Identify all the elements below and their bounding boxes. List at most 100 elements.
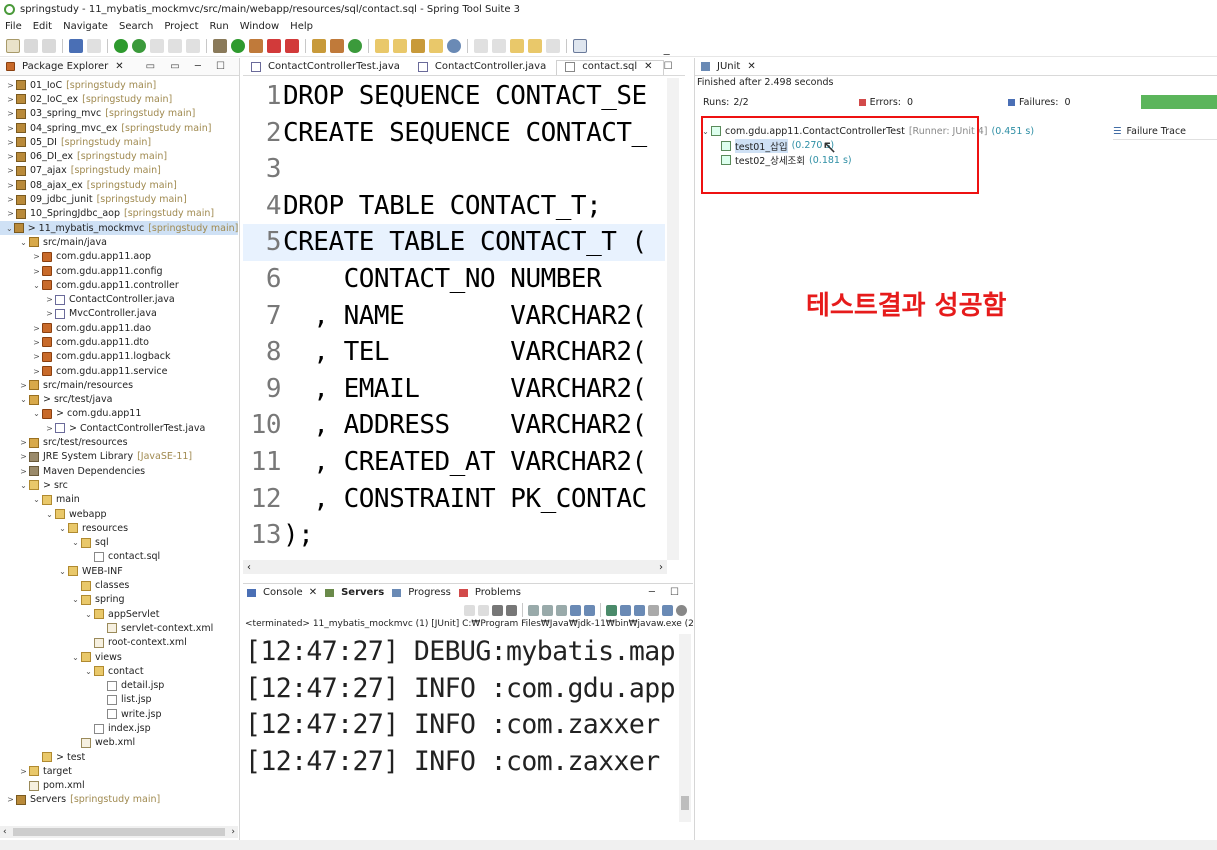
start-server-icon[interactable] xyxy=(114,38,128,53)
collapse-icon[interactable]: ⌄ xyxy=(84,667,93,676)
word-wrap-icon[interactable] xyxy=(542,604,553,616)
scroll-thumb[interactable] xyxy=(12,828,226,836)
menu-navigate[interactable]: Navigate xyxy=(63,21,108,32)
code-line[interactable]: 8 , TEL VARCHAR2( xyxy=(243,334,665,371)
expand-icon[interactable]: > xyxy=(6,124,15,133)
tree-item[interactable]: > JRE System Library [JavaSE-11] xyxy=(0,450,238,464)
tree-item[interactable]: >09_jdbc_junit [springstudy main] xyxy=(0,192,238,206)
tab-problems[interactable]: Problems xyxy=(458,587,521,598)
tree-item[interactable]: ⌄ views xyxy=(0,650,238,664)
tree-item[interactable]: index.jsp xyxy=(0,721,238,735)
expand-icon[interactable]: > xyxy=(6,109,15,118)
code-line[interactable]: 2 CREATE SEQUENCE CONTACT_ xyxy=(243,115,665,152)
tree-item[interactable]: > src/main/resources xyxy=(0,378,238,392)
save-icon[interactable] xyxy=(24,38,38,53)
expand-icon[interactable]: > xyxy=(19,438,28,447)
scroll-right-icon[interactable]: › xyxy=(659,562,663,573)
tree-item[interactable]: ⌄ src/main/java xyxy=(0,235,238,249)
new-class-icon[interactable] xyxy=(348,38,362,53)
tree-item[interactable]: >10_SpringJdbc_aop [springstudy main] xyxy=(0,207,238,221)
tree-item[interactable]: contact.sql xyxy=(0,550,238,564)
tree-item[interactable]: > target xyxy=(0,764,238,778)
tree-item[interactable]: ⌄ > com.gdu.app11 xyxy=(0,407,238,421)
expand-icon[interactable]: > xyxy=(6,138,15,147)
scroll-right-icon[interactable]: › xyxy=(231,827,235,837)
tab-contactcontroller[interactable]: ContactController.java xyxy=(410,61,556,75)
tree-item[interactable]: ⌄ > src xyxy=(0,478,238,492)
collapse-icon[interactable]: ⌄ xyxy=(58,567,67,576)
tree-item[interactable]: > com.gdu.app11.dto xyxy=(0,335,238,349)
tree-item[interactable]: >05_DI [springstudy main] xyxy=(0,135,238,149)
expand-icon[interactable]: > xyxy=(6,195,15,204)
tree-item[interactable]: ⌄ resources xyxy=(0,521,238,535)
expand-icon[interactable]: > xyxy=(6,209,15,218)
expand-icon[interactable]: > xyxy=(6,95,15,104)
toggle-mark-icon[interactable] xyxy=(168,38,182,53)
code-line[interactable]: 3 xyxy=(243,151,665,188)
expand-icon[interactable]: > xyxy=(6,166,15,175)
tree-item[interactable]: > com.gdu.app11.logback xyxy=(0,350,238,364)
menu-help[interactable]: Help xyxy=(290,21,313,32)
tree-item[interactable]: >03_spring_mvc [springstudy main] xyxy=(0,107,238,121)
tree-item[interactable]: servlet-context.xml xyxy=(0,621,238,635)
forward-icon[interactable] xyxy=(546,38,560,53)
expand-icon[interactable]: > xyxy=(45,309,54,318)
new-java-project-icon[interactable] xyxy=(312,38,326,53)
collapse-icon[interactable]: ⌄ xyxy=(84,610,93,619)
next-annotation-icon[interactable] xyxy=(474,38,488,53)
code-line[interactable]: 12 , CONSTRAINT PK_CONTAC xyxy=(243,481,665,518)
expand-icon[interactable]: > xyxy=(32,352,41,361)
console-vertical-scrollbar[interactable] xyxy=(679,634,691,822)
skip-breakpoints-icon[interactable] xyxy=(87,38,101,53)
tree-item[interactable]: >06_DI_ex [springstudy main] xyxy=(0,149,238,163)
package-explorer-tab[interactable]: Package Explorer ✕ ▭ ▭ ─ ☐ xyxy=(0,58,239,76)
code-line[interactable]: 5 CREATE TABLE CONTACT_T ( xyxy=(243,224,665,261)
editor-view-controls[interactable]: ─ ☐ xyxy=(664,50,685,75)
tree-item[interactable]: web.xml xyxy=(0,736,238,750)
tab-console[interactable]: Console ✕ xyxy=(247,587,317,598)
coverage-icon[interactable] xyxy=(285,38,299,53)
tab-contactcontrollertest[interactable]: ContactControllerTest.java xyxy=(243,61,410,75)
horizontal-scrollbar[interactable]: ‹ › xyxy=(0,826,238,838)
close-icon[interactable]: ✕ xyxy=(644,61,652,72)
web-browser-icon[interactable] xyxy=(447,38,461,53)
menu-search[interactable]: Search xyxy=(119,21,153,32)
collapse-icon[interactable]: ⌄ xyxy=(71,653,80,662)
scroll-lock-icon[interactable] xyxy=(528,604,539,616)
tree-item[interactable]: >02_IoC_ex [springstudy main] xyxy=(0,92,238,106)
collapse-icon[interactable]: ⌄ xyxy=(32,281,41,290)
expand-icon[interactable]: > xyxy=(32,267,41,276)
expand-icon[interactable]: > xyxy=(19,767,28,776)
expand-icon[interactable]: > xyxy=(19,452,28,461)
collapse-icon[interactable]: ⌄ xyxy=(32,409,41,418)
open-task-icon[interactable] xyxy=(393,38,407,53)
expand-icon[interactable]: > xyxy=(6,181,15,190)
expand-icon[interactable]: > xyxy=(19,467,28,476)
expand-icon[interactable]: > xyxy=(6,81,15,90)
tree-item[interactable]: >01_IoC [springstudy main] xyxy=(0,78,238,92)
open-folder-icon[interactable] xyxy=(429,38,443,53)
debug-icon[interactable] xyxy=(213,38,227,53)
close-icon[interactable]: ✕ xyxy=(747,61,755,72)
close-icon[interactable]: ✕ xyxy=(309,587,317,598)
scroll-thumb[interactable] xyxy=(681,796,689,810)
remove-launch-icon[interactable] xyxy=(478,604,489,616)
expand-icon[interactable]: > xyxy=(32,367,41,376)
code-line[interactable]: 13); xyxy=(243,517,665,554)
tree-item[interactable]: > MvcController.java xyxy=(0,307,238,321)
toggle-icon[interactable] xyxy=(150,38,164,53)
tree-item[interactable]: > src/test/resources xyxy=(0,435,238,449)
tree-item[interactable]: list.jsp xyxy=(0,693,238,707)
link-icon[interactable] xyxy=(662,604,673,616)
pin-console-icon[interactable] xyxy=(606,604,617,616)
settings-icon[interactable] xyxy=(676,604,687,616)
tab-progress[interactable]: Progress xyxy=(392,587,451,598)
code-line[interactable]: 11 , CREATED_AT VARCHAR2( xyxy=(243,444,665,481)
expand-icon[interactable]: > xyxy=(32,252,41,261)
code-line[interactable]: 1 DROP SEQUENCE CONTACT_SE xyxy=(243,78,665,115)
tree-item[interactable]: > com.gdu.app11.aop xyxy=(0,250,238,264)
code-line[interactable]: 10 , ADDRESS VARCHAR2( xyxy=(243,407,665,444)
expand-icon[interactable]: > xyxy=(6,152,15,161)
new-icon[interactable] xyxy=(6,38,20,53)
expand-icon[interactable]: > xyxy=(45,424,54,433)
